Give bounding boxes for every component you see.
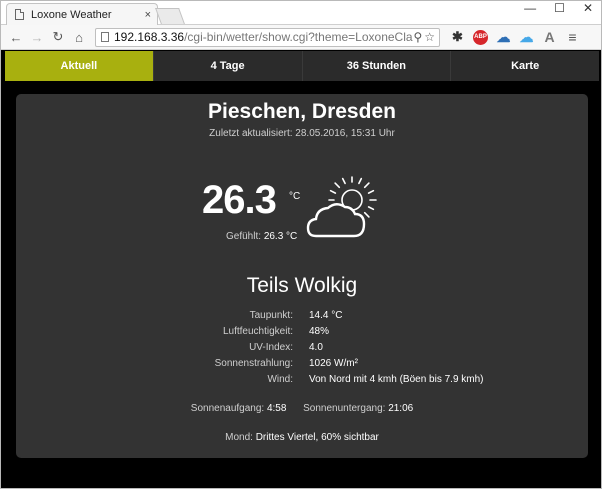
feels-like-label: Gefühlt:	[226, 231, 262, 242]
weather-condition: Teils Wolkig	[246, 274, 358, 297]
browser-toolbar: ← → ↻ ⌂ 192.168.3.36 /cgi-bin/wetter/sho…	[1, 25, 601, 50]
font-extension-icon[interactable]: A	[542, 29, 557, 45]
back-arrow-icon[interactable]: ←	[7, 28, 25, 46]
detail-value: 4.0	[309, 342, 323, 353]
feels-like: Gefühlt: 26.3 °C	[226, 231, 297, 242]
menu-icon[interactable]: ≡	[565, 29, 580, 45]
window-controls: — ☐ ✕	[524, 1, 593, 15]
current-weather-card: Pieschen, Dresden Zuletzt aktualisiert: …	[16, 94, 588, 458]
extension-icons: ✱ ABP ☁ ☁ A ≡	[450, 29, 580, 46]
detail-label: UV-Index:	[249, 342, 293, 353]
sunrise-value: 4:58	[266, 403, 287, 414]
bug-extension-icon[interactable]: ✱	[450, 29, 465, 45]
partly-cloudy-icon	[306, 176, 377, 238]
last-updated: Zuletzt aktualisiert: 28.05.2016, 15:31 …	[209, 128, 395, 139]
detail-row: UV-Index: 4.0	[16, 342, 588, 356]
forward-arrow-icon[interactable]: →	[28, 28, 46, 46]
detail-value: 48%	[309, 326, 330, 337]
tab-close-icon[interactable]: ×	[145, 9, 151, 21]
sunset-value: 21:06	[388, 403, 414, 414]
tab-title: Loxone Weather	[31, 8, 112, 21]
detail-row: Luftfeuchtigkeit: 48%	[16, 326, 588, 340]
tab-strip: Loxone Weather × — ☐ ✕	[1, 1, 601, 25]
detail-label: Taupunkt:	[249, 310, 293, 321]
detail-value: 14.4 °C	[309, 310, 343, 321]
zoom-icon[interactable]: ⚲	[413, 30, 422, 44]
new-tab-button[interactable]	[155, 8, 185, 24]
detail-value: Von Nord mit 4 kmh (Böen bis 7.9 kmh)	[309, 374, 484, 385]
moon-label: Mond:	[225, 432, 253, 443]
home-icon[interactable]: ⌂	[70, 28, 88, 46]
sunset-label: Sonnenuntergang:	[303, 403, 386, 414]
address-bar[interactable]: 192.168.3.36 /cgi-bin/wetter/show.cgi?th…	[95, 27, 440, 47]
temperature-unit: °C	[289, 191, 301, 202]
tab-36-stunden[interactable]: 36 Stunden	[303, 51, 452, 81]
moon-value: Drittes Viertel, 60% sichtbar	[255, 432, 379, 443]
url-host: 192.168.3.36	[114, 30, 185, 44]
sunrise-label: Sonnenaufgang:	[190, 403, 265, 414]
current-temperature: 26.3	[202, 178, 277, 222]
tab-aktuell[interactable]: Aktuell	[5, 51, 154, 81]
browser-window: Loxone Weather × — ☐ ✕ ← → ↻ ⌂ 192.168.3…	[0, 0, 602, 489]
page-icon	[15, 9, 24, 20]
location-title: Pieschen, Dresden	[208, 100, 396, 123]
detail-row: Sonnenstrahlung: 1026 W/m²	[16, 358, 588, 372]
window-close-icon[interactable]: ✕	[583, 1, 593, 15]
reload-icon[interactable]: ↻	[49, 28, 67, 46]
minimize-icon[interactable]: —	[524, 1, 536, 15]
bookmark-star-icon[interactable]: ☆	[424, 30, 435, 44]
feels-like-value: 26.3 °C	[263, 231, 298, 242]
sun-times: Sonnenaufgang: 4:58 Sonnenuntergang: 21:…	[16, 403, 588, 414]
weather-navbar: Aktuell 4 Tage 36 Stunden Karte	[5, 51, 599, 81]
weather-extension-icon[interactable]: ☁	[519, 29, 534, 45]
detail-value: 1026 W/m²	[309, 358, 358, 369]
detail-row: Wind: Von Nord mit 4 kmh (Böen bis 7.9 k…	[16, 374, 588, 388]
tab-karte[interactable]: Karte	[451, 51, 599, 81]
browser-tab[interactable]: Loxone Weather ×	[6, 3, 158, 25]
adblock-extension-icon[interactable]: ABP	[473, 29, 488, 45]
tab-4-tage[interactable]: 4 Tage	[154, 51, 303, 81]
moon-phase: Mond: Drittes Viertel, 60% sichtbar	[16, 432, 588, 443]
detail-label: Wind:	[267, 374, 293, 385]
detail-label: Luftfeuchtigkeit:	[222, 326, 293, 337]
detail-label: Sonnenstrahlung:	[214, 358, 293, 369]
detail-row: Taupunkt: 14.4 °C	[16, 310, 588, 324]
cloud-extension-icon[interactable]: ☁	[496, 29, 511, 45]
url-path: /cgi-bin/wetter/show.cgi?theme=LoxoneCla…	[184, 30, 414, 44]
page-info-icon[interactable]	[101, 32, 109, 42]
maximize-icon[interactable]: ☐	[554, 1, 565, 15]
